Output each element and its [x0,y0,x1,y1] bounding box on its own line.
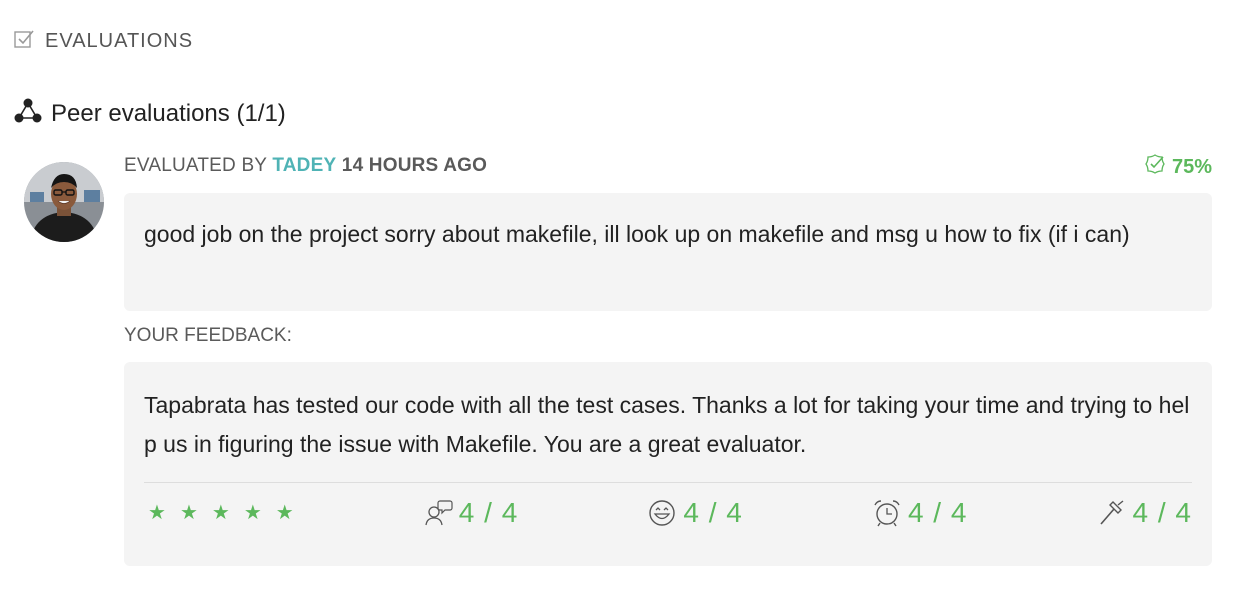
check-badge-icon [1144,153,1166,181]
feedback-box: Tapabrata has tested our code with all t… [124,362,1212,566]
evaluations-header: EVALUATIONS [13,28,193,55]
star-icon: ★ [243,502,262,524]
star-rating: ★ ★ ★ ★ ★ [144,503,294,523]
evaluated-by-prefix: EVALUATED BY [124,155,267,176]
metric-rigorous: 4 / 4 [1097,497,1192,529]
star-icon: ★ [179,502,198,524]
alarm-clock-icon [872,498,902,528]
checkbox-icon [13,28,35,55]
hammer-icon [1097,498,1127,528]
section-title: EVALUATIONS [45,30,194,52]
evaluator-comment: good job on the project sorry about make… [144,221,1130,247]
metric-score: 4 / 4 [458,497,519,528]
peer-evaluations-header: Peer evaluations (1/1) [13,96,286,131]
network-icon [13,96,43,131]
feedback-text: Tapabrata has tested our code with all t… [144,392,1190,457]
evaluation-grade: 75% [1144,153,1212,181]
evaluated-by-line: EVALUATED BY TADEY 14 HOURS AGO [124,155,487,177]
feedback-rating-row: ★ ★ ★ ★ ★ 4 / 4 4 / 4 4 / 4 4 / 4 [144,482,1192,543]
metric-score: 4 / 4 [1132,497,1192,528]
star-icon: ★ [211,502,230,524]
evaluator-avatar[interactable] [24,162,104,242]
star-icon: ★ [148,502,166,524]
metric-score: 4 / 4 [907,497,968,528]
evaluation-time: 14 HOURS AGO [341,155,488,176]
evaluator-login-link[interactable]: TADEY [272,155,336,176]
metric-interested: 4 / 4 [423,497,518,529]
smile-icon [647,498,677,528]
grade-value: 75% [1171,155,1212,178]
feedback-label: YOUR FEEDBACK: [124,325,292,346]
talk-icon [423,498,453,528]
metric-friendly: 4 / 4 [647,497,742,529]
evaluator-comment-box: good job on the project sorry about make… [124,193,1212,311]
star-icon: ★ [275,502,294,524]
metric-score: 4 / 4 [683,497,743,528]
metric-punctuality: 4 / 4 [872,497,967,529]
peer-evaluations-title: Peer evaluations (1/1) [51,99,286,127]
